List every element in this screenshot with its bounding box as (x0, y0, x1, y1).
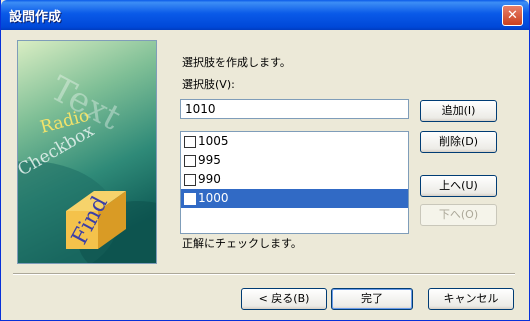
choice-input[interactable]: 1010 (180, 99, 409, 119)
answer-checkbox[interactable] (184, 154, 196, 167)
list-item-label: 1000 (198, 191, 229, 205)
close-icon: ✕ (507, 8, 518, 23)
list-item-label: 995 (198, 153, 221, 167)
cancel-button[interactable]: キャンセル (428, 288, 514, 310)
answer-checkbox[interactable] (184, 135, 196, 148)
choice-label: 選択肢(V): (182, 78, 235, 91)
dialog-body: Text Radio Checkbox Find 選択肢を作成します。 選択肢(… (1, 30, 529, 320)
illustration-graphic: Text Radio Checkbox Find (18, 41, 156, 263)
close-button[interactable]: ✕ (502, 5, 523, 26)
description-text: 選択肢を作成します。 (182, 56, 291, 69)
check-hint-text: 正解にチェックします。 (182, 237, 302, 250)
wizard-illustration: Text Radio Checkbox Find (17, 40, 157, 264)
title-bar[interactable]: 設問作成 ✕ (1, 0, 529, 30)
list-item[interactable]: 995 (181, 151, 408, 170)
wizard-window: 設問作成 ✕ Text Radio Checkbox Find 選択肢を作成しま… (0, 0, 530, 321)
delete-button[interactable]: 削除(D) (420, 131, 497, 153)
window-title: 設問作成 (9, 10, 62, 25)
add-button[interactable]: 追加(I) (420, 100, 497, 122)
move-up-button[interactable]: 上へ(U) (420, 175, 497, 197)
list-item[interactable]: 1005 (181, 132, 408, 151)
list-item[interactable]: 990 (181, 170, 408, 189)
list-item-label: 990 (198, 172, 221, 186)
back-button[interactable]: < 戻る(B) (241, 288, 327, 310)
footer-divider (13, 273, 515, 275)
choice-list[interactable]: 1005 995 990 1000 (180, 131, 409, 234)
move-down-button[interactable]: 下へ(O) (420, 204, 497, 226)
list-item-selected[interactable]: 1000 (181, 189, 408, 208)
answer-checkbox[interactable] (184, 192, 196, 205)
list-item-label: 1005 (198, 134, 229, 148)
answer-checkbox[interactable] (184, 173, 196, 186)
finish-button[interactable]: 完了 (331, 288, 413, 310)
